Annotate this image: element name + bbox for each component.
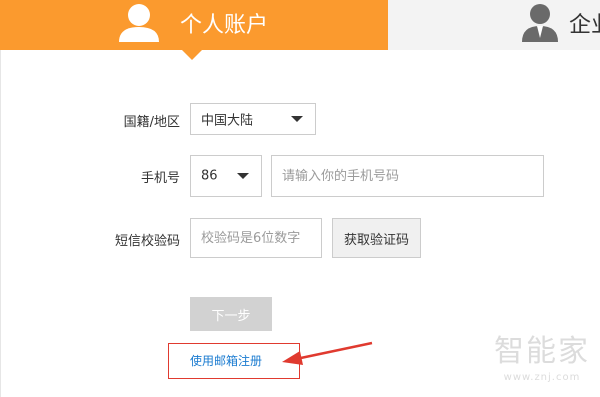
get-code-button[interactable]: 获取验证码 — [332, 218, 421, 258]
tab-personal-label: 个人账户 — [180, 13, 269, 38]
tab-personal-account[interactable]: 个人账户 — [0, 0, 388, 60]
phone-input[interactable] — [271, 155, 544, 197]
watermark-brand: 智能家 — [494, 334, 590, 369]
person-icon — [116, 2, 162, 46]
sms-code-label: 短信校验码 — [114, 234, 180, 249]
watermark: 智能家 www.znj.com — [488, 334, 596, 384]
next-step-button[interactable]: 下一步 — [190, 297, 272, 331]
email-register-link[interactable]: 使用邮箱注册 — [190, 352, 262, 369]
annotation-arrow-icon — [280, 340, 375, 374]
country-code-value: 86 — [201, 168, 218, 184]
chevron-down-icon — [237, 173, 249, 179]
account-type-tabs: 个人账户 企业 — [0, 0, 600, 60]
region-select[interactable]: 中国大陆 — [190, 103, 316, 135]
business-person-icon — [520, 2, 560, 46]
tab-enterprise-label: 企业 — [569, 13, 600, 38]
watermark-url: www.znj.com — [503, 372, 581, 383]
region-label: 国籍/地区 — [123, 115, 180, 130]
form-border — [0, 50, 1, 397]
chevron-down-icon — [291, 116, 303, 122]
phone-label: 手机号 — [140, 171, 180, 186]
region-value: 中国大陆 — [201, 113, 254, 129]
tab-enterprise-account[interactable]: 企业 — [388, 0, 600, 50]
sms-code-input[interactable] — [190, 218, 322, 258]
country-code-select[interactable]: 86 — [190, 155, 262, 197]
active-tab-pointer — [182, 50, 202, 60]
